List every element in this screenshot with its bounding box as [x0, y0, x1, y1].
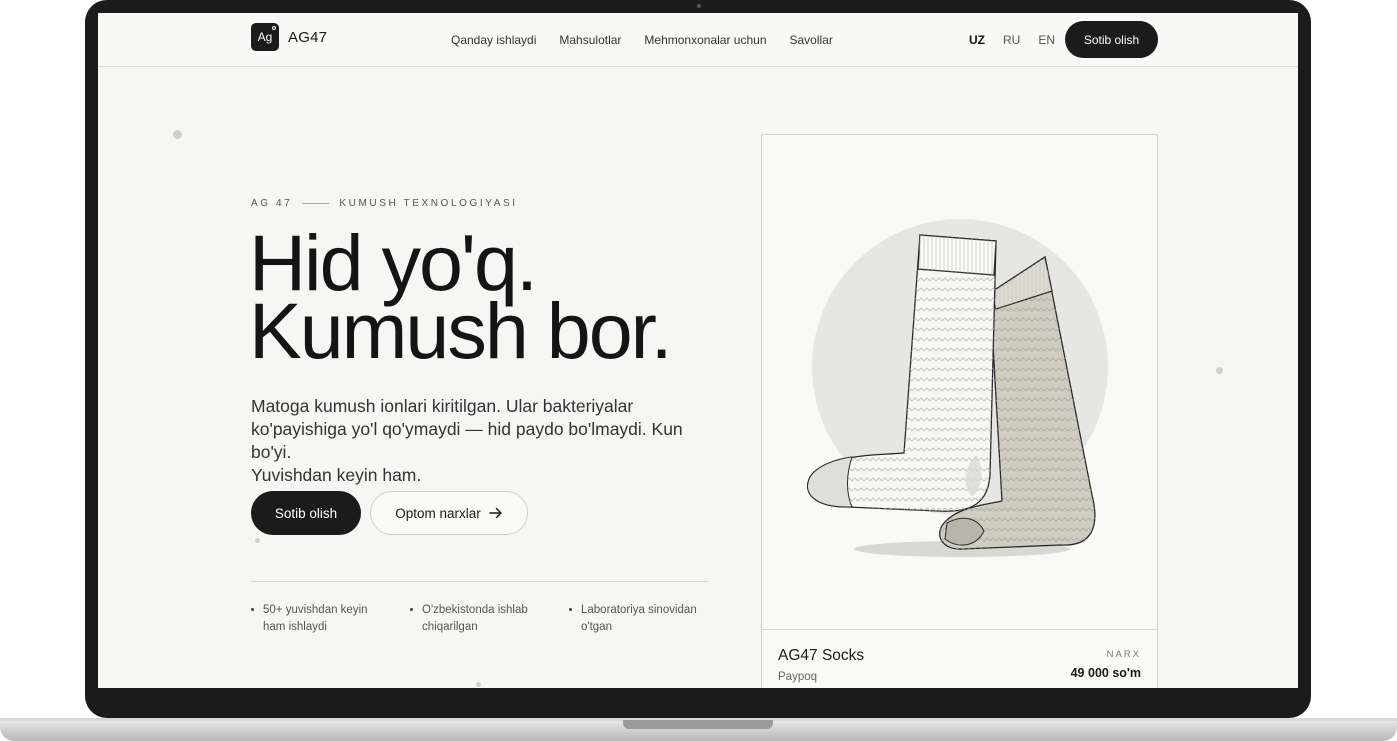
bullet-icon [569, 608, 572, 611]
eyebrow: AG 47 KUMUSH TEXNOLOGIYASI [251, 198, 518, 209]
price-label: NARX [1106, 649, 1141, 660]
wholesale-prices-label: Optom narxlar [395, 505, 481, 521]
product-subtitle: Paypoq [778, 671, 818, 683]
feature-text: Laboratoriya sinovidan [581, 604, 697, 616]
logo-mark-text: Ag [257, 30, 273, 44]
camera [697, 4, 701, 8]
laptop-frame: Ag AG47 Qanday ishlaydi Mahsulotlar Mehm… [85, 0, 1311, 718]
logo-dot-icon [272, 26, 276, 30]
nav-how-it-works[interactable]: Qanday ishlaydi [451, 33, 536, 47]
screen: Ag AG47 Qanday ishlaydi Mahsulotlar Mehm… [98, 13, 1298, 688]
headline-line-2: Kumush bor. [249, 286, 673, 375]
lead-line-2: ko'payishiga yo'l qo'ymaydi — hid paydo … [251, 419, 683, 462]
lang-uz[interactable]: UZ [969, 33, 985, 47]
hero-divider [251, 581, 708, 582]
wholesale-prices-button[interactable]: Optom narxlar [370, 491, 528, 535]
product-image [762, 135, 1157, 630]
nav-products[interactable]: Mahsulotlar [559, 33, 621, 47]
site-header: Ag AG47 Qanday ishlaydi Mahsulotlar Mehm… [98, 13, 1298, 67]
brand-name: AG47 [288, 28, 328, 46]
lang-en[interactable]: EN [1038, 33, 1055, 47]
laptop-notch [623, 720, 773, 729]
hero-headline: Hid yo'q. Kumush bor. [249, 223, 673, 370]
nav-hotels[interactable]: Mehmonxonalar uchun [644, 33, 766, 47]
feature-text: O'zbekistonda ishlab [422, 604, 528, 616]
logo[interactable]: Ag AG47 [251, 23, 327, 51]
nav-faq[interactable]: Savollar [790, 33, 833, 47]
bullet-icon [410, 608, 413, 611]
decor-dot [1216, 367, 1223, 374]
main-nav: Qanday ishlaydi Mahsulotlar Mehmonxonala… [451, 33, 833, 47]
feature-item: O'zbekistonda ishlab chiqarilgan [410, 602, 528, 636]
eyebrow-divider [302, 203, 330, 204]
header-buy-button[interactable]: Sotib olish [1065, 21, 1158, 58]
decor-dot [255, 538, 260, 543]
feature-item: 50+ yuvishdan keyin ham ishlaydi [251, 602, 368, 636]
feature-item: Laboratoriya sinovidan o'tgan [569, 602, 697, 636]
feature-text: ham ishlaydi [263, 621, 327, 633]
lead-line-3: Yuvishdan keyin ham. [251, 465, 422, 485]
decor-dot [476, 682, 481, 687]
product-card[interactable]: AG47 Socks Paypoq NARX 49 000 so'm [761, 134, 1158, 688]
hero-lead: Matoga kumush ionlari kiritilgan. Ular b… [251, 395, 721, 487]
product-name: AG47 Socks [778, 647, 865, 664]
bullet-icon [251, 608, 254, 611]
arrow-right-icon [489, 507, 502, 519]
language-switcher: UZ RU EN [969, 33, 1055, 47]
logo-mark: Ag [251, 23, 279, 51]
hero-buy-button[interactable]: Sotib olish [251, 491, 361, 535]
product-price: 49 000 so'm [1070, 666, 1141, 680]
lead-line-1: Matoga kumush ionlari kiritilgan. Ular b… [251, 396, 634, 416]
feature-text: 50+ yuvishdan keyin [263, 604, 368, 616]
feature-text: chiqarilgan [422, 621, 478, 633]
decor-dot [173, 130, 182, 139]
eyebrow-brand: AG 47 [251, 198, 293, 209]
socks-illustration-icon [807, 219, 1108, 557]
feature-text: o'tgan [581, 621, 612, 633]
lang-ru[interactable]: RU [1003, 33, 1020, 47]
eyebrow-tagline: KUMUSH TEXNOLOGIYASI [339, 198, 518, 209]
